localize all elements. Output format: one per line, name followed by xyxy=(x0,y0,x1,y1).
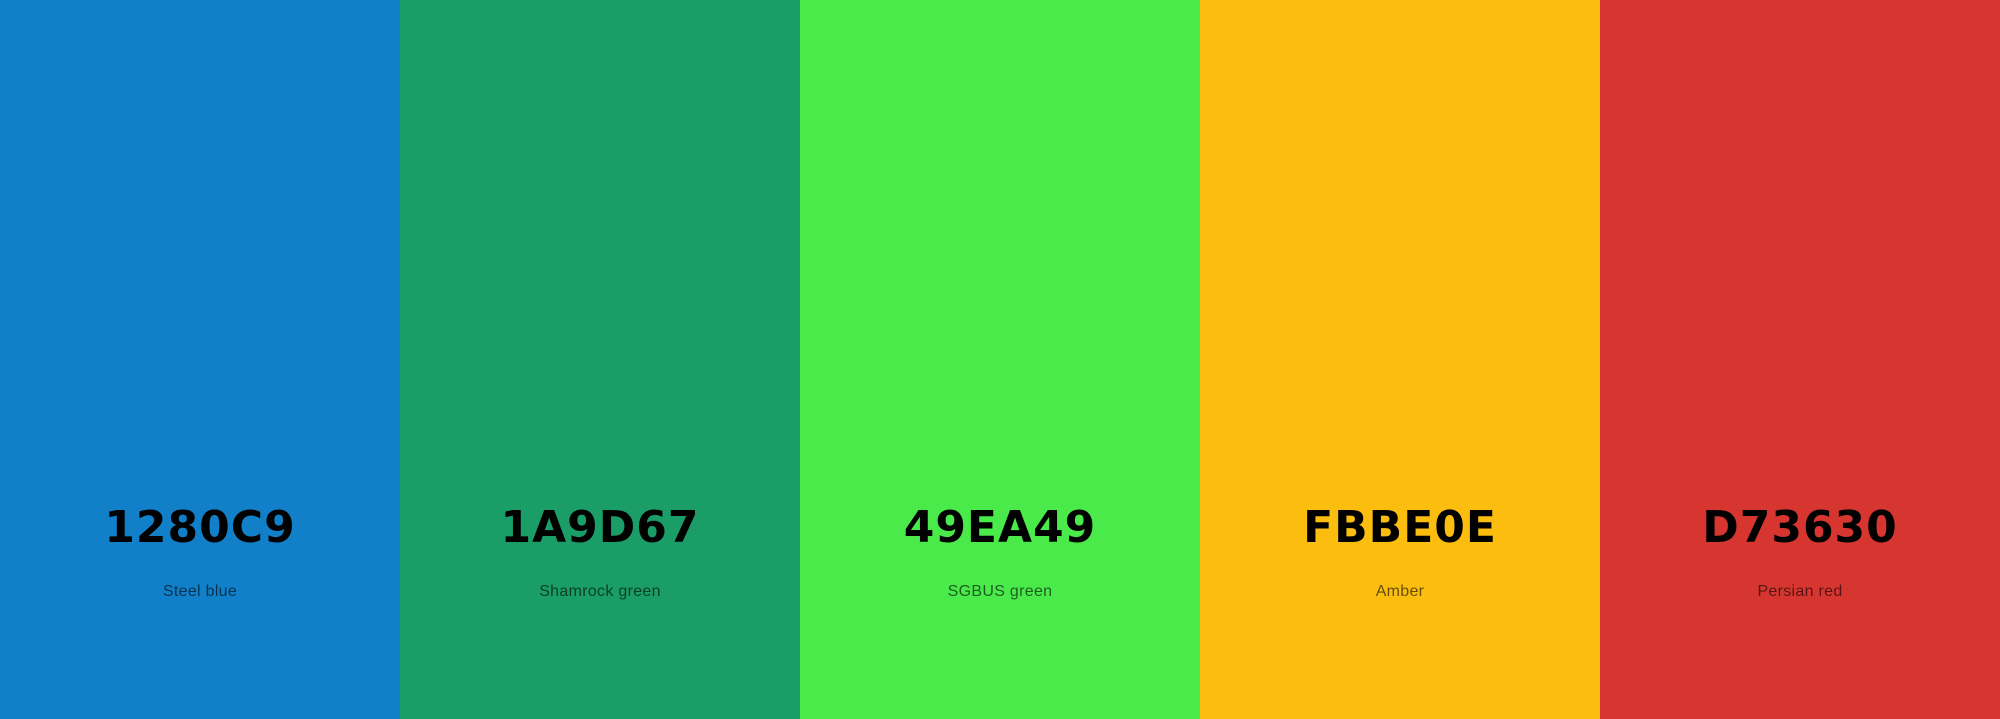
hex-code[interactable]: FBBE0E xyxy=(1200,500,1600,556)
color-palette: 1280C9 Steel blue 1A9D67 Shamrock green … xyxy=(0,0,2000,719)
swatch-info: 1A9D67 Shamrock green xyxy=(400,500,800,602)
hex-code[interactable]: 49EA49 xyxy=(800,500,1200,556)
color-swatch-persian-red[interactable]: D73630 Persian red xyxy=(1600,0,2000,719)
swatch-info: 49EA49 SGBUS green xyxy=(800,500,1200,602)
color-swatch-amber[interactable]: FBBE0E Amber xyxy=(1200,0,1600,719)
swatch-info: 1280C9 Steel blue xyxy=(0,500,400,602)
swatch-info: D73630 Persian red xyxy=(1600,500,2000,602)
color-name: Persian red xyxy=(1757,583,1843,600)
color-name: SGBUS green xyxy=(947,583,1053,600)
hex-code[interactable]: 1280C9 xyxy=(0,500,400,556)
color-name: Shamrock green xyxy=(539,583,661,600)
color-name: Amber xyxy=(1375,583,1425,600)
hex-code[interactable]: 1A9D67 xyxy=(400,500,800,556)
hex-code[interactable]: D73630 xyxy=(1600,500,2000,556)
swatch-info: FBBE0E Amber xyxy=(1200,500,1600,602)
color-swatch-shamrock-green[interactable]: 1A9D67 Shamrock green xyxy=(400,0,800,719)
color-swatch-sgbus-green[interactable]: 49EA49 SGBUS green xyxy=(800,0,1200,719)
color-name: Steel blue xyxy=(162,583,238,600)
color-swatch-steel-blue[interactable]: 1280C9 Steel blue xyxy=(0,0,400,719)
